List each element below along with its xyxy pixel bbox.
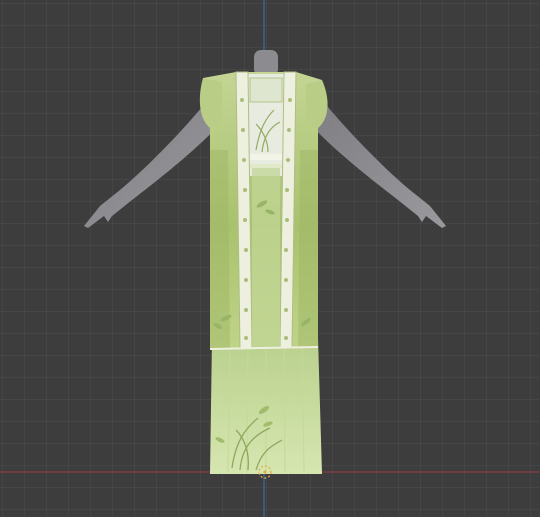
viewport-scene: [0, 0, 540, 517]
hanfu-garment[interactable]: [199, 71, 328, 474]
garment-center-gap: [252, 168, 280, 348]
3d-viewport[interactable]: [0, 0, 540, 517]
inner-collar-square: [249, 77, 283, 103]
mannequin-left-arm: [84, 95, 218, 228]
mannequin-right-arm: [312, 95, 446, 228]
garment-waist-sash: [248, 154, 284, 160]
robe-left-shade: [210, 150, 230, 350]
garment-waist-band: [248, 164, 284, 168]
